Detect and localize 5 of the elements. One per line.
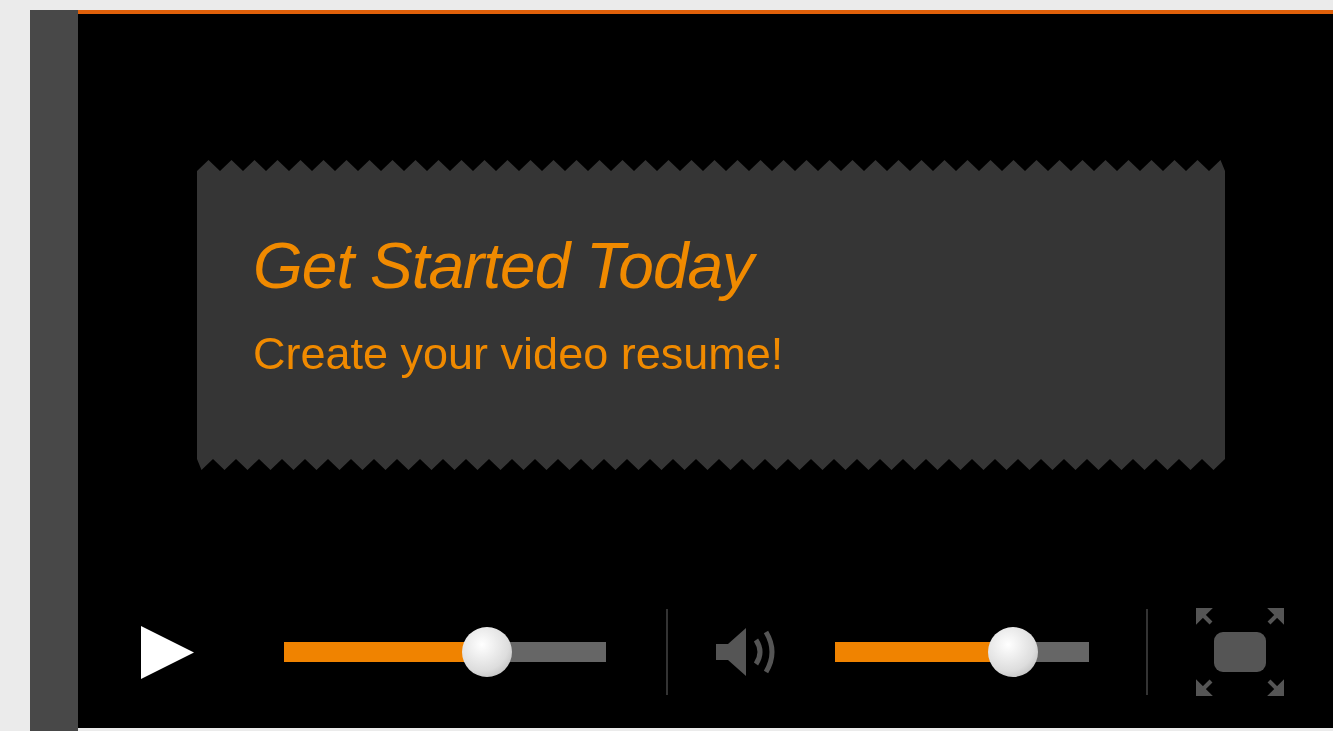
fullscreen-icon[interactable] xyxy=(1196,608,1284,696)
banner-subtitle: Create your video resume! xyxy=(253,327,784,381)
play-icon[interactable] xyxy=(140,624,195,680)
volume-thumb[interactable] xyxy=(987,627,1038,677)
progress-thumb[interactable] xyxy=(461,627,512,677)
